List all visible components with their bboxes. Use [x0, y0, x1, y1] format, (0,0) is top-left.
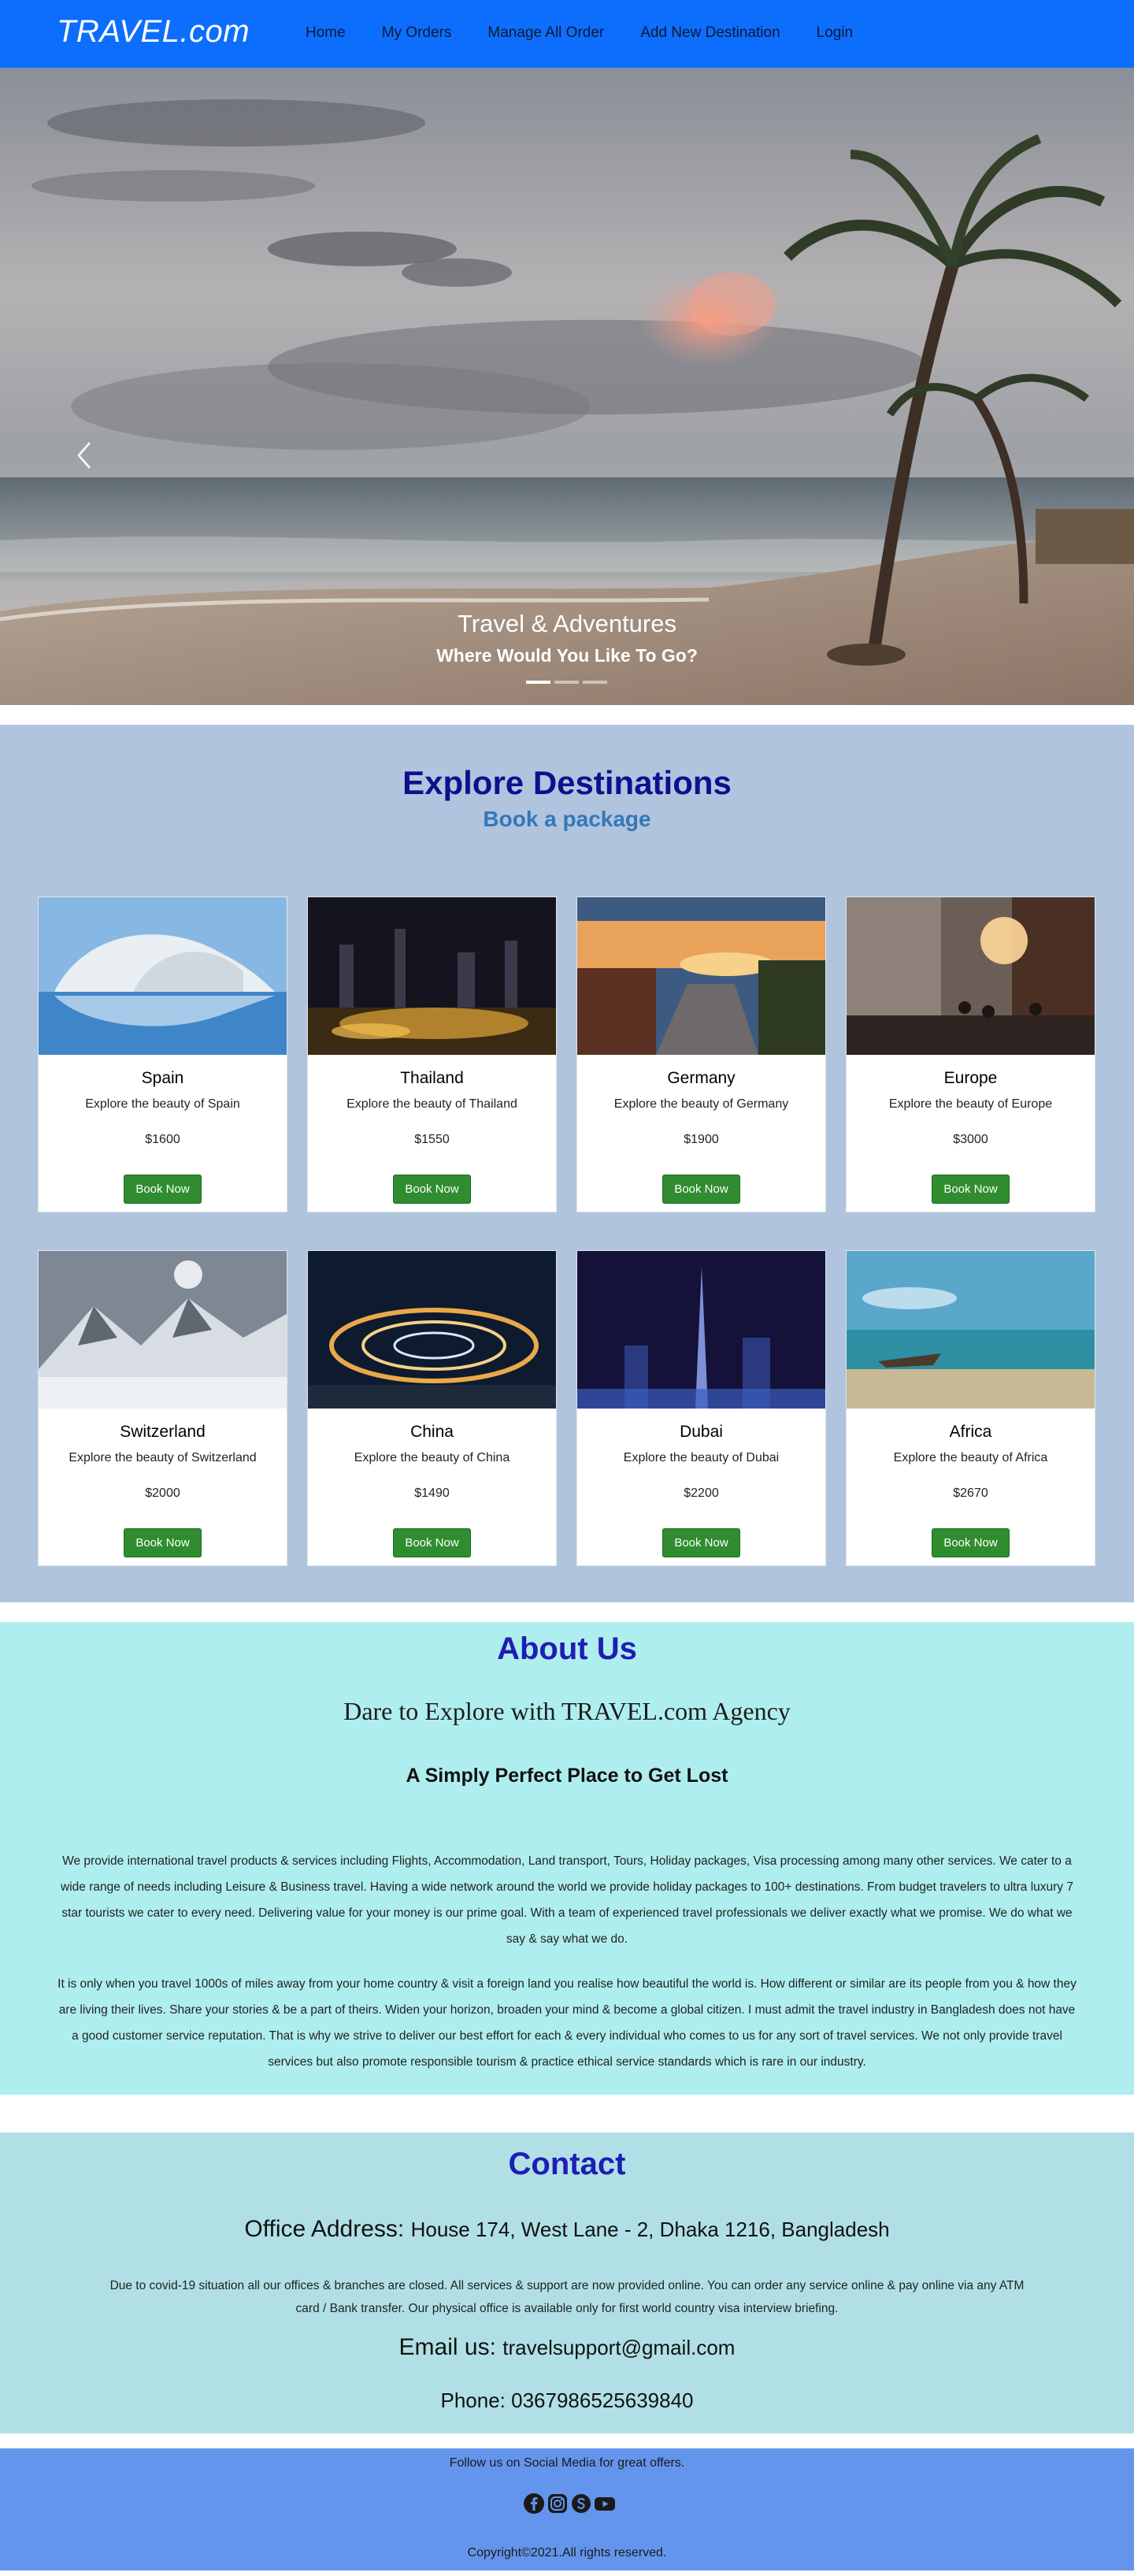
footer-copyright: Copyright©2021.All rights reserved. — [467, 2546, 667, 2559]
facebook-icon[interactable] — [523, 2492, 545, 2515]
destination-card-switzerland: Switzerland Explore the beauty of Switze… — [38, 1250, 287, 1566]
switzerland-destination-image — [39, 1251, 287, 1409]
destination-card-europe: Europe Explore the beauty of Europe $300… — [846, 896, 1095, 1212]
explore-destinations-section: Explore Destinations Book a package Spai… — [0, 725, 1134, 1602]
email-label: Email us: — [398, 2334, 496, 2360]
destination-description: Explore the beauty of Africa — [893, 1451, 1048, 1464]
carousel-indicators — [526, 681, 611, 684]
about-title: About Us — [497, 1631, 637, 1666]
page-bottom-spacer — [0, 2570, 1134, 2573]
china-destination-image — [308, 1251, 556, 1409]
destination-description: Explore the beauty of Switzerland — [69, 1451, 257, 1464]
destination-description: Explore the beauty of China — [354, 1451, 510, 1464]
destination-name: Africa — [949, 1423, 992, 1441]
book-now-button[interactable]: Book Now — [662, 1528, 740, 1557]
destination-card-dubai: Dubai Explore the beauty of Dubai $2200 … — [576, 1250, 826, 1566]
destination-name: China — [410, 1423, 454, 1441]
about-us-section: About Us Dare to Explore with TRAVEL.com… — [0, 1622, 1134, 2095]
europe-destination-image — [847, 897, 1095, 1055]
about-tagline: Dare to Explore with TRAVEL.com Agency — [343, 1697, 791, 1725]
navbar: TRAVEL.com Home My Orders Manage All Ord… — [0, 0, 1134, 68]
book-now-button[interactable]: Book Now — [124, 1175, 202, 1204]
section-spacer — [0, 705, 1134, 725]
book-now-button[interactable]: Book Now — [932, 1528, 1010, 1557]
destination-price: $1550 — [414, 1133, 450, 1146]
destination-card-thailand: Thailand Explore the beauty of Thailand … — [307, 896, 557, 1212]
spain-destination-image — [39, 897, 287, 1055]
email-value[interactable]: travelsupport@gmail.com — [502, 2336, 735, 2359]
contact-section: Contact Office Address: House 174, West … — [0, 2132, 1134, 2433]
about-paragraph-1: We provide international travel products… — [61, 1854, 1073, 1946]
brand-logo[interactable]: TRAVEL.com — [57, 14, 250, 50]
destination-card-china: China Explore the beauty of China $1490 … — [307, 1250, 557, 1566]
contact-phone: Phone: 0367986525639840 — [440, 2389, 694, 2412]
office-address-value: House 174, West Lane - 2, Dhaka 1216, Ba… — [410, 2218, 890, 2241]
book-now-button[interactable]: Book Now — [932, 1175, 1010, 1204]
destination-name: Thailand — [400, 1069, 464, 1087]
carousel-indicator-3[interactable] — [583, 681, 607, 684]
youtube-icon[interactable] — [594, 2492, 616, 2515]
destination-name: Germany — [667, 1069, 736, 1087]
nav-links: Home My Orders Manage All Order Add New … — [306, 24, 889, 42]
carousel-indicator-1[interactable] — [526, 681, 550, 684]
instagram-icon[interactable] — [547, 2492, 569, 2515]
destination-price: $1490 — [414, 1487, 450, 1500]
nav-my-orders-link[interactable]: My Orders — [382, 24, 452, 42]
office-address-label: Office Address: — [244, 2216, 405, 2242]
about-heading: A Simply Perfect Place to Get Lost — [406, 1765, 728, 1787]
destination-name: Spain — [141, 1069, 184, 1087]
nav-manage-all-order-link[interactable]: Manage All Order — [487, 24, 604, 42]
thailand-destination-image — [308, 897, 556, 1055]
destination-name: Europe — [943, 1069, 998, 1087]
footer: Follow us on Social Media for great offe… — [0, 2448, 1134, 2570]
destination-description: Explore the beauty of Spain — [85, 1097, 240, 1111]
book-now-button[interactable]: Book Now — [124, 1528, 202, 1557]
destination-description: Explore the beauty of Dubai — [623, 1451, 780, 1464]
destination-price: $2200 — [684, 1487, 719, 1500]
destination-card-germany: Germany Explore the beauty of Germany $1… — [576, 896, 826, 1212]
book-now-button[interactable]: Book Now — [393, 1528, 471, 1557]
destination-card-spain: Spain Explore the beauty of Spain $1600 … — [38, 896, 287, 1212]
explore-subtitle: Book a package — [483, 807, 651, 831]
hero-subtitle: Where Would You Like To Go? — [436, 645, 698, 666]
destination-description: Explore the beauty of Europe — [888, 1097, 1053, 1111]
carousel-indicator-2[interactable] — [554, 681, 579, 684]
destination-description: Explore the beauty of Thailand — [346, 1097, 517, 1111]
carousel-prev-chevron-icon[interactable] — [72, 438, 99, 473]
office-address: Office Address: House 174, West Lane - 2… — [0, 2216, 1134, 2243]
contact-email: Email us: travelsupport@gmail.com — [0, 2334, 1134, 2361]
destination-price: $1600 — [145, 1133, 180, 1146]
footer-follow-text: Follow us on Social Media for great offe… — [449, 2456, 685, 2470]
destination-grid: Spain Explore the beauty of Spain $1600 … — [38, 896, 1095, 1566]
nav-add-new-destination-link[interactable]: Add New Destination — [640, 24, 780, 42]
dubai-destination-image — [577, 1251, 825, 1409]
destination-price: $2000 — [145, 1487, 180, 1500]
skype-icon[interactable] — [570, 2492, 592, 2515]
destination-description: Explore the beauty of Germany — [613, 1097, 789, 1111]
germany-destination-image — [577, 897, 825, 1055]
destination-price: $3000 — [953, 1133, 988, 1146]
destination-price: $2670 — [953, 1487, 988, 1500]
hero-title: Travel & Adventures — [458, 610, 676, 637]
book-now-button[interactable]: Book Now — [393, 1175, 471, 1204]
social-icons — [523, 2492, 617, 2515]
destination-card-africa: Africa Explore the beauty of Africa $267… — [846, 1250, 1095, 1566]
destination-price: $1900 — [684, 1133, 719, 1146]
nav-home-link[interactable]: Home — [306, 24, 346, 42]
destination-name: Dubai — [680, 1423, 723, 1441]
about-paragraph-2: It is only when you travel 1000s of mile… — [57, 1977, 1077, 2069]
contact-title: Contact — [508, 2147, 626, 2181]
nav-login-link[interactable]: Login — [817, 24, 854, 42]
hero-carousel: Travel & Adventures Where Would You Like… — [0, 68, 1134, 705]
destination-name: Switzerland — [120, 1423, 206, 1441]
covid-notice: Due to covid-19 situation all our office… — [109, 2279, 1025, 2315]
explore-title: Explore Destinations — [402, 764, 732, 801]
book-now-button[interactable]: Book Now — [662, 1175, 740, 1204]
africa-destination-image — [847, 1251, 1095, 1409]
